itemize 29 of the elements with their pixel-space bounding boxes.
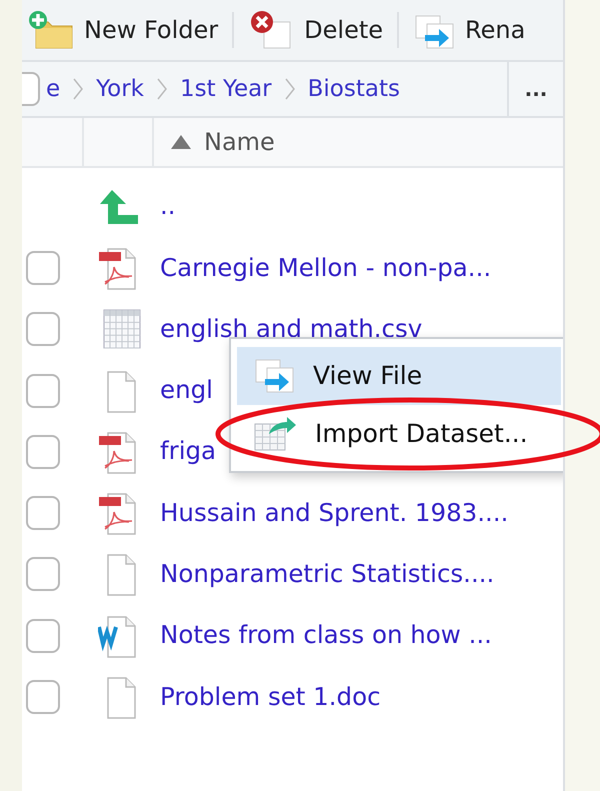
file-link[interactable]: friga [160,433,216,470]
checkbox[interactable] [26,374,60,408]
chevron-icon [72,77,84,101]
checkbox[interactable] [26,680,60,714]
breadcrumb-link[interactable]: York [96,72,144,106]
rename-button[interactable]: Rena [409,10,530,50]
file-link[interactable]: Hussain and Sprent. 1983.... [160,494,508,532]
file-link[interactable]: Nonparametric Statistics.... [160,556,494,593]
file-link[interactable]: Carnegie Mellon - non-pa... [160,250,492,286]
file-link[interactable]: engl [160,372,213,409]
new-folder-button[interactable]: New Folder [24,10,222,50]
checkbox[interactable] [26,250,60,285]
more-button[interactable]: ... [507,62,563,116]
file-link[interactable]: Notes from class on how ... [160,617,492,654]
chevron-icon [284,77,296,101]
checkbox[interactable] [26,618,60,653]
chevron-icon [156,77,168,101]
breadcrumb-link[interactable]: e [46,72,60,106]
breadcrumb-link[interactable]: Biostats [308,72,400,106]
checkbox[interactable] [26,434,60,469]
delete-button[interactable]: Delete [244,10,388,50]
menu-item[interactable]: View File [237,347,561,405]
checkbox[interactable] [26,496,60,530]
file-link[interactable]: Problem set 1.doc [160,678,381,716]
file-link[interactable]: .. [160,188,176,226]
breadcrumb-link[interactable]: 1st Year [180,72,272,106]
checkbox[interactable] [26,312,60,346]
checkbox[interactable] [26,557,60,592]
sort-ascending-icon [170,134,192,150]
